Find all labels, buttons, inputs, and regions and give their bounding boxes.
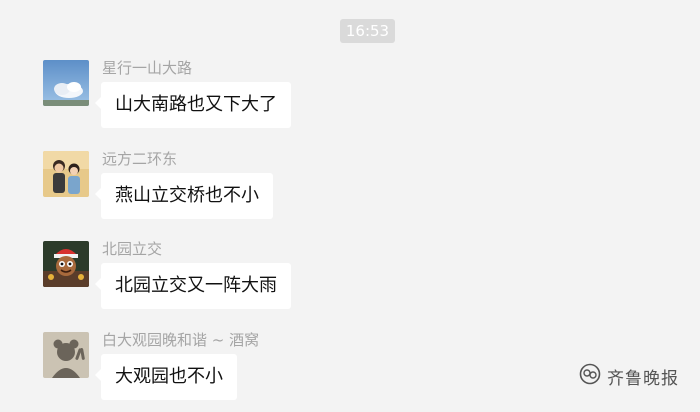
timestamp-label: 16:53 bbox=[340, 19, 395, 43]
watermark: 齐鲁晚报 bbox=[579, 362, 679, 390]
wechat-official-account-icon bbox=[579, 363, 601, 389]
cartoon-character-avatar[interactable] bbox=[43, 241, 89, 287]
chat-view: 16:53 星行一山大路 山大南路也又下大了 远方二环东 燕山立交桥也不小 北园… bbox=[0, 0, 700, 406]
sender-name: 远方二环东 bbox=[102, 150, 178, 168]
message-bubble[interactable]: 北园立交又一阵大雨 bbox=[95, 263, 291, 309]
message-row: 北园立交 北园立交又一阵大雨 bbox=[0, 240, 700, 321]
message-row: 星行一山大路 山大南路也又下大了 bbox=[0, 59, 700, 140]
message-row: 远方二环东 燕山立交桥也不小 bbox=[0, 150, 700, 231]
message-bubble[interactable]: 山大南路也又下大了 bbox=[95, 82, 291, 128]
sky-cloud-avatar[interactable] bbox=[43, 60, 89, 106]
silhouette-avatar[interactable] bbox=[43, 332, 89, 378]
couple-photo-avatar[interactable] bbox=[43, 151, 89, 197]
message-bubble[interactable]: 大观园也不小 bbox=[95, 354, 237, 400]
watermark-text: 齐鲁晚报 bbox=[607, 368, 679, 389]
sender-name: 北园立交 bbox=[102, 240, 163, 258]
message-bubble[interactable]: 燕山立交桥也不小 bbox=[95, 173, 273, 219]
sender-name: 白大观园晚和谐 ~ 酒窝 bbox=[102, 331, 260, 349]
sender-name: 星行一山大路 bbox=[102, 59, 193, 77]
